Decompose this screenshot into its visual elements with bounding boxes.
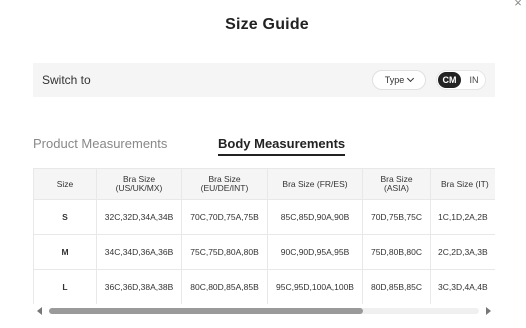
table-cell: L [33,269,97,304]
header-size: Size [33,168,97,200]
unit-toggle[interactable]: CM IN [436,70,486,90]
table-cell: 34C,34D,36A,36B [96,234,182,270]
table-cell: 90C,90D,95A,95B [267,234,363,270]
header-bra-size-fr: Bra Size (FR/ES) [267,168,363,200]
type-dropdown[interactable]: Type [372,70,426,90]
horizontal-scrollbar[interactable] [33,304,495,318]
table-cell: 75D,80B,80C [362,234,431,270]
scroll-thumb[interactable] [49,308,363,314]
table-row: M 34C,34D,36A,36B 75C,75D,80A,80B 90C,90… [33,234,495,270]
table-cell: 75C,75D,80A,80B [181,234,268,270]
table-cell: 80D,85B,85C [362,269,431,304]
header-bra-size-it: Bra Size (IT) [430,168,495,200]
switch-label: Switch to [42,73,91,87]
type-dropdown-label: Type [384,75,405,85]
table-cell: 85C,85D,90A,90B [267,199,363,235]
table-cell: 3C,3D,4A,4B [430,269,495,304]
table-cell: 70C,70D,75A,75B [181,199,268,235]
header-bra-size-us: Bra Size (US/UK/MX) [96,168,182,200]
table-cell: 36C,36D,38A,38B [96,269,182,304]
scroll-track[interactable] [49,308,479,314]
table-row: S 32C,32D,34A,34B 70C,70D,75A,75B 85C,85… [33,199,495,235]
table-cell: S [33,199,97,235]
close-icon[interactable]: × [512,0,524,9]
header-bra-size-asia: Bra Size (ASIA) [362,168,431,200]
size-table-container[interactable]: Size Bra Size (US/UK/MX) Bra Size (EU/DE/I… [33,168,495,304]
table-cell: 80C,80D,85A,85B [181,269,268,304]
table-cell: 95C,95D,100A,100B [267,269,363,304]
scroll-left-arrow-icon[interactable] [37,307,42,315]
scroll-right-arrow-icon[interactable] [486,307,491,315]
table-cell: 32C,32D,34A,34B [96,199,182,235]
size-table: Size Bra Size (US/UK/MX) Bra Size (EU/DE/I… [33,168,495,304]
unit-option-cm[interactable]: CM [438,72,461,88]
chevron-down-icon [407,74,415,83]
dialog-title: Size Guide [225,16,309,33]
table-cell: 2C,2D,3A,3B [430,234,495,270]
table-cell: 70D,75B,75C [362,199,431,235]
table-cell: M [33,234,97,270]
table-header-row: Size Bra Size (US/UK/MX) Bra Size (EU/DE/I… [33,168,495,200]
tab-body-measurements[interactable]: Body Measurements [218,136,346,156]
table-cell: 1C,1D,2A,2B [430,199,495,235]
unit-switch-bar: Switch to Type CM IN [33,63,495,97]
unit-option-in[interactable]: IN [464,72,484,88]
table-row: L 36C,36D,38A,38B 80C,80D,85A,85B 95C,95… [33,269,495,304]
header-bra-size-eu: Bra Size (EU/DE/INT) [181,168,268,200]
tab-product-measurements[interactable]: Product Measurements [33,136,167,156]
